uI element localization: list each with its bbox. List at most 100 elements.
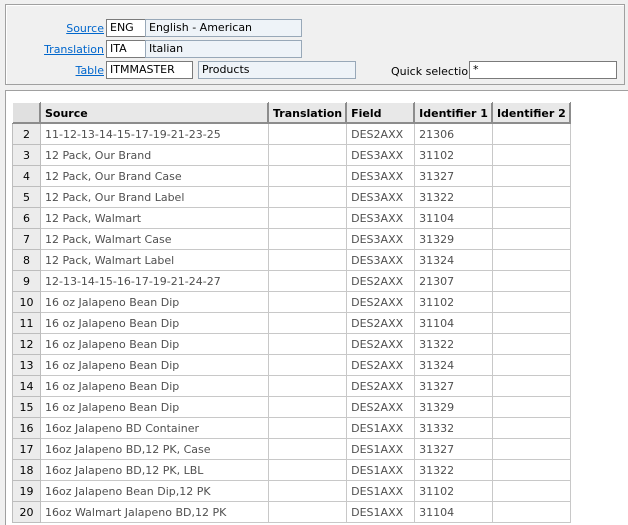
cell-translation[interactable]	[267, 123, 348, 145]
cell-identifier-2[interactable]	[491, 417, 571, 439]
cell-source[interactable]: 16oz Walmart Jalapeno BD,12 PK	[40, 501, 269, 523]
cell-translation[interactable]	[267, 417, 348, 439]
cell-identifier-1[interactable]: 31104	[414, 207, 493, 229]
cell-identifier-1[interactable]: 21307	[414, 270, 493, 292]
cell-source[interactable]: 16oz Jalapeno BD Container	[40, 417, 269, 439]
table-row[interactable]: 6 12 Pack, Walmart DES3AXX 31104	[12, 207, 571, 229]
cell-field[interactable]: DES1AXX	[346, 459, 416, 481]
column-header-identifier-1[interactable]: Identifier 1	[414, 102, 493, 124]
cell-identifier-1[interactable]: 31104	[414, 501, 493, 523]
cell-identifier-1[interactable]: 31102	[414, 144, 493, 166]
cell-translation[interactable]	[267, 354, 348, 376]
table-row[interactable]: 14 16 oz Jalapeno Bean Dip DES2AXX 31327	[12, 375, 571, 397]
cell-field[interactable]: DES1AXX	[346, 417, 416, 439]
cell-source[interactable]: 16 oz Jalapeno Bean Dip	[40, 291, 269, 313]
cell-identifier-2[interactable]	[491, 186, 571, 208]
row-number[interactable]: 14	[12, 375, 41, 397]
row-number[interactable]: 15	[12, 396, 41, 418]
table-link[interactable]: Table	[6, 64, 104, 77]
row-number[interactable]: 19	[12, 480, 41, 502]
translation-link[interactable]: Translation	[6, 43, 104, 56]
table-row[interactable]: 19 16oz Jalapeno Bean Dip,12 PK DES1AXX 311…	[12, 480, 571, 502]
cell-source[interactable]: 16 oz Jalapeno Bean Dip	[40, 312, 269, 334]
cell-identifier-1[interactable]: 31324	[414, 354, 493, 376]
cell-source[interactable]: 12 Pack, Our Brand Case	[40, 165, 269, 187]
cell-translation[interactable]	[267, 186, 348, 208]
cell-identifier-2[interactable]	[491, 291, 571, 313]
cell-identifier-1[interactable]: 31322	[414, 186, 493, 208]
cell-identifier-1[interactable]: 31102	[414, 291, 493, 313]
row-number[interactable]: 4	[12, 165, 41, 187]
cell-identifier-2[interactable]	[491, 207, 571, 229]
cell-field[interactable]: DES2AXX	[346, 123, 416, 145]
row-number[interactable]: 20	[12, 501, 41, 523]
cell-identifier-2[interactable]	[491, 144, 571, 166]
cell-translation[interactable]	[267, 249, 348, 271]
row-number[interactable]: 8	[12, 249, 41, 271]
cell-translation[interactable]	[267, 207, 348, 229]
cell-identifier-2[interactable]	[491, 228, 571, 250]
column-header-identifier-2[interactable]: Identifier 2	[491, 102, 571, 124]
cell-identifier-1[interactable]: 31322	[414, 333, 493, 355]
translation-code-field[interactable]: ITA	[106, 40, 146, 58]
cell-field[interactable]: DES3AXX	[346, 228, 416, 250]
cell-identifier-1[interactable]: 31327	[414, 438, 493, 460]
column-header-translation[interactable]: Translation	[267, 102, 348, 124]
cell-translation[interactable]	[267, 228, 348, 250]
cell-source[interactable]: 12 Pack, Walmart	[40, 207, 269, 229]
table-row[interactable]: 5 12 Pack, Our Brand Label DES3AXX 31322	[12, 186, 571, 208]
cell-identifier-1[interactable]: 31329	[414, 396, 493, 418]
row-number[interactable]: 7	[12, 228, 41, 250]
cell-translation[interactable]	[267, 312, 348, 334]
cell-identifier-1[interactable]: 21306	[414, 123, 493, 145]
table-row[interactable]: 13 16 oz Jalapeno Bean Dip DES2AXX 31324	[12, 354, 571, 376]
table-row[interactable]: 15 16 oz Jalapeno Bean Dip DES2AXX 31329	[12, 396, 571, 418]
cell-identifier-2[interactable]	[491, 501, 571, 523]
cell-identifier-2[interactable]	[491, 375, 571, 397]
cell-identifier-1[interactable]: 31327	[414, 165, 493, 187]
table-row[interactable]: 7 12 Pack, Walmart Case DES3AXX 31329	[12, 228, 571, 250]
cell-identifier-1[interactable]: 31324	[414, 249, 493, 271]
cell-source[interactable]: 12-13-14-15-16-17-19-21-24-27	[40, 270, 269, 292]
cell-identifier-2[interactable]	[491, 333, 571, 355]
row-number[interactable]: 3	[12, 144, 41, 166]
row-number[interactable]: 11	[12, 312, 41, 334]
cell-identifier-2[interactable]	[491, 270, 571, 292]
cell-translation[interactable]	[267, 165, 348, 187]
row-number[interactable]: 6	[12, 207, 41, 229]
cell-identifier-2[interactable]	[491, 249, 571, 271]
cell-translation[interactable]	[267, 459, 348, 481]
cell-identifier-2[interactable]	[491, 354, 571, 376]
row-number[interactable]: 17	[12, 438, 41, 460]
cell-source[interactable]: 16oz Jalapeno BD,12 PK, LBL	[40, 459, 269, 481]
cell-field[interactable]: DES1AXX	[346, 480, 416, 502]
table-row[interactable]: 17 16oz Jalapeno BD,12 PK, Case DES1AXX 313…	[12, 438, 571, 460]
column-header-field[interactable]: Field	[346, 102, 416, 124]
row-number[interactable]: 2	[12, 123, 41, 145]
cell-identifier-1[interactable]: 31102	[414, 480, 493, 502]
cell-field[interactable]: DES3AXX	[346, 144, 416, 166]
cell-field[interactable]: DES2AXX	[346, 333, 416, 355]
cell-source[interactable]: 11-12-13-14-15-17-19-21-23-25	[40, 123, 269, 145]
row-number[interactable]: 5	[12, 186, 41, 208]
table-row[interactable]: 4 12 Pack, Our Brand Case DES3AXX 31327	[12, 165, 571, 187]
cell-identifier-2[interactable]	[491, 480, 571, 502]
cell-source[interactable]: 12 Pack, Walmart Case	[40, 228, 269, 250]
column-header-source[interactable]: Source	[40, 102, 269, 124]
cell-identifier-1[interactable]: 31104	[414, 312, 493, 334]
table-row[interactable]: 3 12 Pack, Our Brand DES3AXX 31102	[12, 144, 571, 166]
cell-source[interactable]: 12 Pack, Our Brand Label	[40, 186, 269, 208]
cell-field[interactable]: DES3AXX	[346, 186, 416, 208]
table-row[interactable]: 12 16 oz Jalapeno Bean Dip DES2AXX 31322	[12, 333, 571, 355]
cell-source[interactable]: 16oz Jalapeno Bean Dip,12 PK	[40, 480, 269, 502]
cell-translation[interactable]	[267, 501, 348, 523]
cell-identifier-2[interactable]	[491, 459, 571, 481]
source-link[interactable]: Source	[6, 22, 104, 35]
cell-translation[interactable]	[267, 291, 348, 313]
cell-source[interactable]: 16 oz Jalapeno Bean Dip	[40, 354, 269, 376]
cell-source[interactable]: 16 oz Jalapeno Bean Dip	[40, 396, 269, 418]
cell-field[interactable]: DES1AXX	[346, 438, 416, 460]
cell-source[interactable]: 16 oz Jalapeno Bean Dip	[40, 375, 269, 397]
table-row[interactable]: 18 16oz Jalapeno BD,12 PK, LBL DES1AXX 3132…	[12, 459, 571, 481]
cell-field[interactable]: DES1AXX	[346, 501, 416, 523]
